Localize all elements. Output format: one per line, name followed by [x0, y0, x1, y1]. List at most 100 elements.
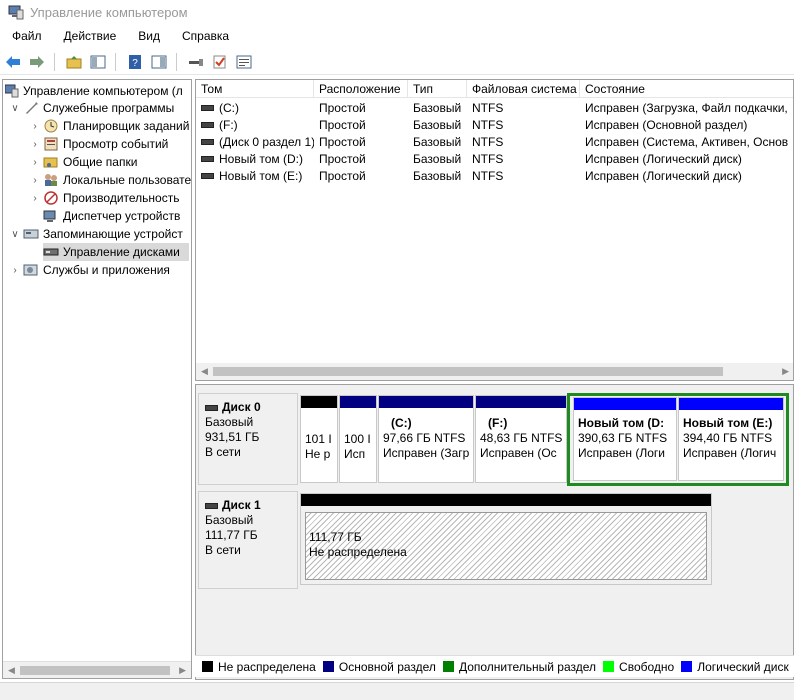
table-row[interactable]: Новый том (E:) Простой Базовый NTFS Испр… [196, 168, 793, 185]
volume-icon [201, 172, 214, 179]
tree-item-label: Диспетчер устройств [63, 209, 181, 223]
chevron-down-icon[interactable]: ∨ [9, 229, 21, 240]
menu-file[interactable]: Файл [0, 29, 52, 43]
scroll-right-icon[interactable]: ▶ [782, 366, 789, 377]
partition-size: 394,40 ГБ NTFS [683, 431, 773, 445]
disk-graphical-view: Диск 0 Базовый 931,51 ГБ В сети 101 I Не… [195, 384, 794, 680]
chevron-right-icon[interactable]: › [29, 175, 41, 186]
menu-action[interactable]: Действие [52, 29, 127, 43]
volume-icon [201, 138, 214, 145]
legend-item: Основной раздел [322, 660, 436, 674]
tree-item-label: Управление компьютером (л [23, 84, 183, 98]
tree-horizontal-scrollbar[interactable]: ◀ ▶ [3, 661, 191, 678]
volume-status: Исправен (Логический диск) [585, 152, 742, 166]
up-folder-icon[interactable] [63, 51, 85, 73]
table-row[interactable]: (C:) Простой Базовый NTFS Исправен (Загр… [196, 100, 793, 117]
chevron-right-icon[interactable]: › [29, 157, 41, 168]
disk-size: 931,51 ГБ [205, 430, 260, 444]
chevron-right-icon[interactable]: › [9, 265, 21, 276]
disk-icon [205, 502, 218, 509]
computer-management-icon [4, 84, 19, 98]
tree-item-shared-folders[interactable]: › Общие папки [29, 153, 137, 171]
volume-layout: Простой [319, 101, 366, 115]
partition-e[interactable]: Новый том (E:) 394,40 ГБ NTFS Исправен (… [678, 397, 784, 481]
tree-item-system-tools[interactable]: ∨ Служебные программы [9, 99, 174, 117]
chevron-right-icon[interactable]: › [29, 139, 41, 150]
table-row[interactable]: (Диск 0 раздел 1) Простой Базовый NTFS И… [196, 134, 793, 151]
partition-size: 97,66 ГБ NTFS [383, 431, 466, 445]
disk-name: Диск 0 [222, 400, 261, 414]
tree-item-label: Управление дисками [63, 245, 180, 259]
partition-d[interactable]: Новый том (D: 390,63 ГБ NTFS Исправен (Л… [573, 397, 677, 481]
table-row[interactable]: (F:) Простой Базовый NTFS Исправен (Осно… [196, 117, 793, 134]
partition-c[interactable]: (C:) 97,66 ГБ NTFS Исправен (Загр [378, 395, 474, 483]
partition-bar [476, 396, 566, 408]
show-hide-tree-icon[interactable] [87, 51, 109, 73]
partition-f[interactable]: (F:) 48,63 ГБ NTFS Исправен (Ос [475, 395, 567, 483]
forward-arrow-icon[interactable] [26, 51, 48, 73]
scrollbar-thumb[interactable] [20, 666, 170, 675]
volume-filesystem: NTFS [472, 135, 504, 149]
partition-disk0-2[interactable]: 100 I Исп [339, 395, 377, 483]
partition-bar [679, 398, 783, 410]
column-header-volume[interactable]: Том [196, 80, 314, 98]
tree-item-services-apps[interactable]: › Службы и приложения [9, 261, 170, 279]
checklist-icon[interactable] [209, 51, 231, 73]
menu-view[interactable]: Вид [126, 29, 170, 43]
performance-icon [43, 191, 59, 205]
chevron-down-icon[interactable]: ∨ [9, 103, 21, 114]
scroll-right-icon[interactable]: ▶ [179, 665, 186, 676]
tree-item-disk-management[interactable]: Управление дисками [43, 243, 189, 261]
storage-icon [23, 227, 39, 241]
users-icon [43, 173, 59, 187]
properties-icon[interactable] [233, 51, 255, 73]
disk-0-label[interactable]: Диск 0 Базовый 931,51 ГБ В сети [198, 393, 298, 485]
toolbar-separator [176, 52, 177, 71]
partition-disk0-1[interactable]: 101 I Не р [300, 395, 338, 483]
connect-icon[interactable] [185, 51, 207, 73]
volume-list-horizontal-scrollbar[interactable]: ◀ ▶ [196, 363, 793, 380]
tree-item-storage[interactable]: ∨ Запоминающие устройст [9, 225, 183, 243]
partition-size: 100 I [344, 432, 371, 446]
column-header-status[interactable]: Состояние [580, 80, 793, 98]
legend-swatch [322, 661, 334, 672]
disk-1-label[interactable]: Диск 1 Базовый 111,77 ГБ В сети [198, 491, 298, 589]
shared-folder-icon [43, 155, 59, 169]
scrollbar-thumb[interactable] [213, 367, 723, 376]
computer-management-icon [8, 4, 24, 20]
tree-item-device-manager[interactable]: Диспетчер устройств [43, 207, 180, 225]
scroll-left-icon[interactable]: ◀ [8, 665, 15, 676]
tree-item-local-users[interactable]: › Локальные пользовате [29, 171, 191, 189]
help-icon[interactable]: ? [124, 51, 146, 73]
tree-item-performance[interactable]: › Производительность [29, 189, 179, 207]
volume-status: Исправен (Система, Активен, Основ [585, 135, 789, 149]
partition-unallocated[interactable]: 111,77 ГБ Не распределена [300, 493, 712, 585]
partition-status: Исп [344, 447, 366, 461]
tree-item-task-scheduler[interactable]: › Планировщик заданий [29, 117, 189, 135]
volume-name: (F:) [219, 118, 238, 132]
table-row[interactable]: Новый том (D:) Простой Базовый NTFS Испр… [196, 151, 793, 168]
chevron-right-icon[interactable]: › [29, 121, 41, 132]
tree-item-label: Запоминающие устройст [43, 227, 183, 241]
tree-item-label: Локальные пользовате [63, 173, 192, 187]
disk-type: Базовый [205, 513, 254, 527]
menu-bar: Файл Действие Вид Справка [0, 24, 794, 48]
partition-status: Не распределена [309, 545, 407, 559]
partition-size: 111,77 ГБ [309, 530, 362, 544]
disk-name: Диск 1 [222, 498, 261, 512]
chevron-right-icon[interactable]: › [29, 193, 41, 204]
volume-name: (Диск 0 раздел 1) [219, 135, 314, 149]
tree-item-computer-management[interactable]: Управление компьютером (л [4, 82, 183, 100]
back-arrow-icon[interactable] [2, 51, 24, 73]
toolbar: ? [0, 49, 794, 75]
menu-help[interactable]: Справка [170, 29, 239, 43]
tree-item-event-viewer[interactable]: › Просмотр событий [29, 135, 168, 153]
scroll-left-icon[interactable]: ◀ [201, 366, 208, 377]
column-header-layout[interactable]: Расположение [314, 80, 408, 98]
column-header-filesystem[interactable]: Файловая система [467, 80, 580, 98]
column-header-type[interactable]: Тип [408, 80, 467, 98]
show-action-pane-icon[interactable] [148, 51, 170, 73]
services-icon [23, 263, 39, 277]
partition-name: (F:) [488, 416, 508, 430]
volume-filesystem: NTFS [472, 152, 504, 166]
